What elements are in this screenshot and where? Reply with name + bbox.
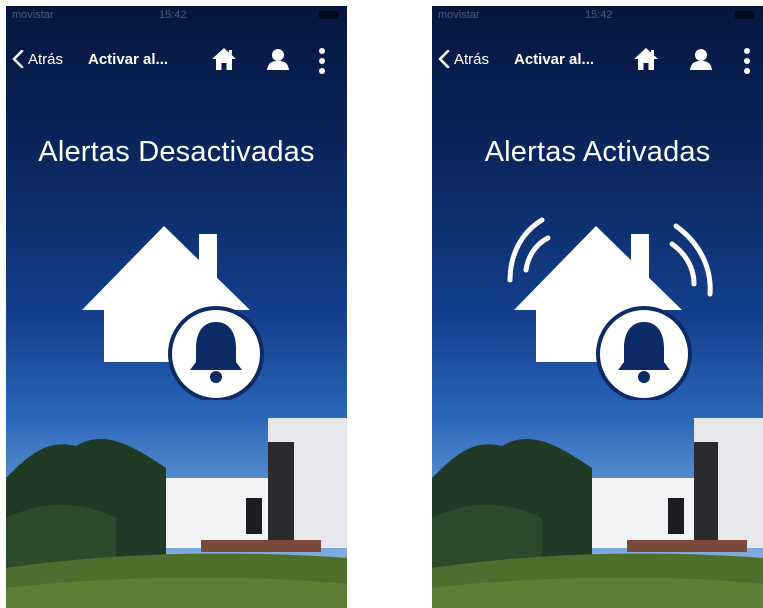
alarm-waves-icon <box>507 217 713 400</box>
status-bar: movistar 15:42 <box>432 6 763 24</box>
more-options-button[interactable] <box>742 47 752 75</box>
carrier-label: movistar <box>12 9 54 21</box>
more-options-button[interactable] <box>317 47 327 75</box>
nav-bar: Atrás Activar al... <box>432 42 763 76</box>
house-bell-icon <box>82 226 264 400</box>
profile-button[interactable] <box>688 47 714 71</box>
clock: 15:42 <box>159 9 187 21</box>
user-icon <box>690 49 712 70</box>
status-bar: movistar 15:42 <box>6 6 347 24</box>
more-vertical-icon <box>319 48 325 74</box>
nav-title: Activar al... <box>88 51 169 68</box>
house-photo-background <box>6 408 347 608</box>
chevron-left-icon <box>438 50 450 68</box>
home-button[interactable] <box>211 47 237 71</box>
home-button[interactable] <box>633 47 659 71</box>
clock: 15:42 <box>585 9 613 21</box>
carrier-label: movistar <box>438 9 480 21</box>
nav-bar: Atrás Activar al... <box>6 42 347 76</box>
battery-icon <box>735 11 755 19</box>
chevron-left-icon <box>12 50 24 68</box>
battery-icon <box>319 11 339 19</box>
alert-status-title: Alertas Activadas <box>484 136 711 168</box>
house-photo-background <box>432 408 763 608</box>
back-label: Atrás <box>28 50 64 68</box>
phone-screen-alerts-on: movistar 15:42 Atrás Activar al... Alert… <box>432 6 763 608</box>
nav-title: Activar al... <box>514 51 595 68</box>
alert-status-title: Alertas Desactivadas <box>38 136 315 168</box>
alarm-toggle[interactable] <box>82 220 278 400</box>
back-button[interactable]: Atrás <box>438 50 489 68</box>
profile-button[interactable] <box>265 47 291 71</box>
phone-screen-alerts-off: movistar 15:42 Atrás Activar al... Alert… <box>6 6 347 608</box>
home-icon <box>212 48 236 70</box>
home-icon <box>634 48 658 70</box>
back-button[interactable]: Atrás <box>12 50 63 68</box>
more-vertical-icon <box>744 48 750 74</box>
alarm-toggle[interactable] <box>488 214 718 400</box>
user-icon <box>267 49 289 70</box>
back-label: Atrás <box>454 50 490 68</box>
